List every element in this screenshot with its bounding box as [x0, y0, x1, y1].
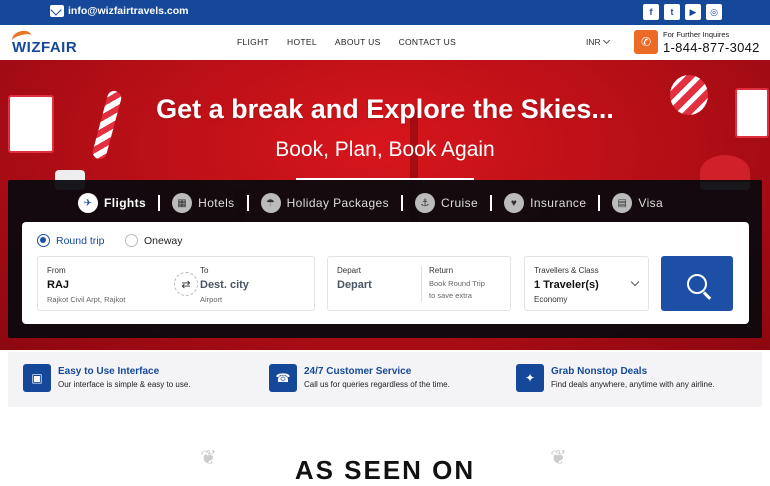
radio-selected-icon	[37, 234, 50, 247]
feature-nonstop-deals: ✦ Grab Nonstop Deals Find deals anywhere…	[516, 364, 715, 392]
interface-icon: ▣	[23, 364, 51, 392]
logo-text: WIZFAIR	[12, 39, 78, 56]
search-button[interactable]	[661, 256, 733, 311]
tab-divider	[246, 195, 249, 211]
tab-visa[interactable]: ▤ Visa	[612, 193, 663, 213]
return-field[interactable]: Return Book Round Trip to save extra	[428, 257, 510, 310]
tab-hotels[interactable]: ▦ Hotels	[172, 193, 234, 213]
booking-tabs: ✈ Flights ▦ Hotels ☂ Holiday Packages ⚓ …	[78, 193, 663, 213]
phone-icon[interactable]: ✆	[634, 30, 658, 54]
tab-label: Cruise	[441, 196, 479, 210]
from-to-field: From RAJ Rajkot Civil Arpt, Rajkot ⇄ To …	[37, 256, 315, 311]
feature-desc: Call us for queries regardless of the ti…	[304, 380, 450, 389]
from-field[interactable]: From RAJ Rajkot Civil Arpt, Rajkot	[38, 257, 168, 310]
from-value: RAJ	[47, 279, 70, 291]
to-detail: Airport	[200, 295, 223, 304]
tab-label: Insurance	[530, 196, 587, 210]
to-field[interactable]: To Dest. city Airport	[198, 257, 313, 310]
currency-value: INR	[586, 37, 601, 47]
date-field: Depart Depart Return Book Round Trip to …	[327, 256, 511, 311]
hotel-icon: ▦	[172, 193, 193, 213]
tab-label: Visa	[638, 196, 664, 210]
nav-item-contact-us[interactable]: CONTACT US	[399, 37, 456, 47]
nav-item-flight[interactable]: FLIGHT	[237, 37, 269, 47]
travellers-field[interactable]: Travellers & Class 1 Traveler(s) Economy	[524, 256, 649, 311]
mail-icon	[50, 5, 64, 17]
beach-icon: ☂	[260, 193, 281, 213]
travel-class: Economy	[534, 295, 568, 304]
main-nav: WIZFAIR FLIGHT HOTEL ABOUT US CONTACT US…	[0, 25, 770, 60]
depart-label: Depart	[337, 266, 362, 275]
nav-menu: FLIGHT HOTEL ABOUT US CONTACT US	[237, 37, 456, 47]
depart-value: Depart	[337, 279, 372, 291]
logo[interactable]: WIZFAIR	[10, 28, 90, 56]
radio-unselected-icon	[125, 234, 138, 247]
visa-icon: ▤	[612, 193, 633, 213]
feature-desc: Our interface is simple & easy to use.	[58, 380, 191, 389]
travellers-value: 1 Traveler(s)	[534, 279, 599, 291]
twitter-icon[interactable]: t	[664, 4, 680, 20]
tab-cruise[interactable]: ⚓ Cruise	[415, 193, 478, 213]
tab-insurance[interactable]: ♥ Insurance	[504, 193, 586, 213]
phone-number[interactable]: 1-844-877-3042	[663, 40, 760, 55]
depart-field[interactable]: Depart Depart	[328, 257, 420, 310]
social-links: f t ▶ ◎	[643, 4, 722, 20]
radio-round-trip[interactable]: Round trip	[37, 234, 104, 247]
nav-item-hotel[interactable]: HOTEL	[287, 37, 317, 47]
facebook-icon[interactable]: f	[643, 4, 659, 20]
currency-selector[interactable]: INR	[586, 36, 610, 47]
feature-title: Easy to Use Interface	[58, 366, 160, 377]
return-hint-line1: Book Round Trip	[429, 279, 485, 288]
tab-divider	[401, 195, 404, 211]
support-icon: ☎	[269, 364, 297, 392]
email-text: info@wizfairtravels.com	[68, 5, 189, 17]
to-label: To	[200, 266, 209, 275]
tab-divider	[598, 195, 601, 211]
radio-label: Oneway	[144, 234, 183, 247]
hero-title: Get a break and Explore the Skies...	[156, 94, 614, 124]
radio-label: Round trip	[56, 234, 105, 247]
feature-easy-interface: ▣ Easy to Use Interface Our interface is…	[23, 364, 191, 392]
feature-desc: Find deals anywhere, anytime with any ai…	[551, 380, 715, 389]
search-icon	[687, 273, 707, 294]
return-hint-line2: to save extra	[429, 291, 472, 300]
tab-label: Holiday Packages	[286, 196, 390, 210]
as-seen-on-heading: AS SEEN ON	[294, 455, 476, 485]
chevron-down-icon	[602, 36, 610, 45]
from-detail: Rajkot Civil Arpt, Rajkot	[47, 295, 126, 304]
hero-subtitle: Book, Plan, Book Again	[275, 138, 495, 161]
radio-oneway[interactable]: Oneway	[125, 234, 183, 247]
nav-item-about-us[interactable]: ABOUT US	[335, 37, 381, 47]
tab-label: Flights	[104, 196, 147, 210]
contact-label: For Further Inquires	[663, 30, 730, 39]
from-label: From	[47, 266, 66, 275]
top-bar: info@wizfairtravels.com f t ▶ ◎	[0, 0, 770, 25]
features-strip: ▣ Easy to Use Interface Our interface is…	[8, 352, 762, 407]
deals-icon: ✦	[516, 364, 544, 392]
tab-divider	[490, 195, 493, 211]
flight-search-form: Round trip Oneway From RAJ Rajkot Civil …	[22, 222, 749, 324]
email-link[interactable]: info@wizfairtravels.com	[50, 5, 189, 17]
youtube-icon[interactable]: ▶	[685, 4, 701, 20]
feature-title: 24/7 Customer Service	[304, 366, 412, 377]
swap-icon[interactable]: ⇄	[174, 272, 198, 296]
tab-flights[interactable]: ✈ Flights	[78, 193, 146, 213]
laurel-right-icon: ❦	[550, 447, 567, 469]
to-value: Dest. city	[200, 279, 249, 291]
feature-customer-service: ☎ 24/7 Customer Service Call us for quer…	[269, 364, 450, 392]
feature-title: Grab Nonstop Deals	[551, 366, 648, 377]
plane-icon: ✈	[78, 193, 98, 213]
tab-label: Hotels	[198, 196, 235, 210]
tab-divider	[158, 195, 161, 211]
return-label: Return	[429, 266, 454, 275]
cruise-icon: ⚓	[415, 193, 436, 213]
date-divider	[421, 266, 422, 302]
tab-holiday-packages[interactable]: ☂ Holiday Packages	[260, 193, 390, 213]
travellers-label: Travellers & Class	[534, 266, 599, 275]
insurance-icon: ♥	[504, 193, 525, 213]
contact-block[interactable]: For Further Inquires 1-844-877-3042	[663, 30, 760, 55]
chevron-down-icon	[630, 277, 640, 287]
instagram-icon[interactable]: ◎	[706, 4, 722, 20]
